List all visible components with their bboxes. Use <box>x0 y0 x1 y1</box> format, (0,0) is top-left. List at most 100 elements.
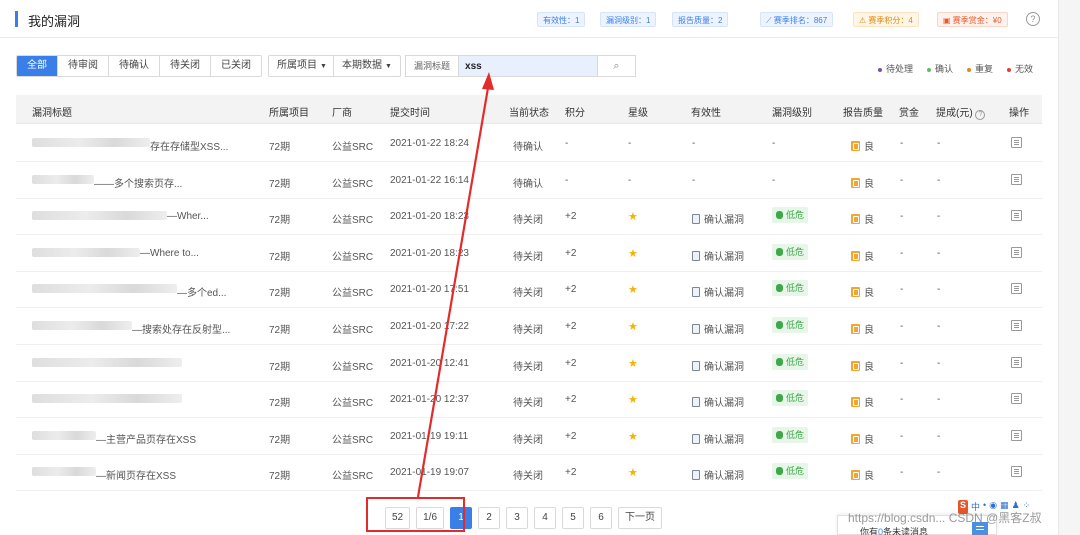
project-dropdown[interactable]: 所属项目 ▼ <box>268 55 336 77</box>
detail-icon[interactable] <box>1011 246 1022 258</box>
level-label: 低危 <box>786 356 805 367</box>
column-header[interactable]: 有效性 <box>691 104 721 119</box>
column-header[interactable]: 积分 <box>565 104 585 119</box>
period-dropdown[interactable]: 本期数据 ▼ <box>333 55 401 77</box>
vuln-title-link[interactable]: 存在存储型XSS... <box>150 138 228 153</box>
commission-cell: - <box>937 321 941 332</box>
status-cell: 待关闭 <box>513 288 543 300</box>
validity-cell: 确认漏洞 <box>692 321 744 336</box>
points-cell: +2 <box>565 467 577 479</box>
commission-cell: - <box>937 430 941 442</box>
search-button[interactable]: ⌕ <box>598 55 637 77</box>
column-header[interactable]: 漏洞标题 <box>32 104 72 119</box>
level-badge: 低危 <box>772 353 809 370</box>
redacted-title <box>32 394 182 404</box>
column-header[interactable]: 漏洞级别 <box>772 104 812 119</box>
project-cell: 72期 <box>269 251 291 263</box>
detail-icon[interactable] <box>1011 283 1022 295</box>
report-icon <box>851 141 860 151</box>
tab-all[interactable]: 全部 <box>17 56 58 76</box>
detail-icon[interactable] <box>1011 173 1022 185</box>
question-icon[interactable]: ? <box>975 110 986 120</box>
detail-icon[interactable] <box>1011 320 1022 331</box>
column-header[interactable]: 提交时间 <box>390 104 430 119</box>
table-row[interactable]: 72期 公益SRC 2021-01-20 12:37 待关闭 +2 ★ 确认漏洞 低危 良 - - <box>16 381 1042 419</box>
column-header[interactable]: 提成(元) ? <box>936 104 986 120</box>
scrollbar[interactable] <box>1058 0 1080 535</box>
bounty-cell: - <box>900 321 904 332</box>
document-icon <box>692 287 700 298</box>
bounty-cell: - <box>900 467 904 479</box>
status-cell: 待关闭 <box>513 325 543 336</box>
column-header[interactable]: 报告质量 <box>843 104 883 119</box>
column-header[interactable]: 当前状态 <box>509 104 549 119</box>
vuln-title-link[interactable]: —Where to... <box>140 248 199 259</box>
vuln-title-link[interactable]: —搜索处存在反射型... <box>132 321 230 336</box>
column-header[interactable]: 所属项目 <box>269 104 309 119</box>
project-cell: 72期 <box>269 398 291 410</box>
help-icon[interactable]: ? <box>1026 12 1040 26</box>
page-button-5[interactable]: 5 <box>562 507 585 529</box>
vuln-title-link[interactable]: —多个ed... <box>177 284 226 299</box>
vuln-title-link[interactable]: ——多个搜索页存... <box>94 175 182 190</box>
column-header[interactable]: 厂商 <box>332 104 352 119</box>
column-header[interactable]: 赏金 <box>899 104 919 119</box>
star-icon: ★ <box>628 357 638 370</box>
table-row[interactable]: —主营产品页存在XSS 72期 公益SRC 2021-01-19 19:11 待关闭 +2… <box>16 418 1042 455</box>
redacted-title <box>32 211 167 221</box>
page-button-3[interactable]: 3 <box>506 507 529 529</box>
tab-closed[interactable]: 已关闭 <box>211 56 261 76</box>
detail-icon[interactable] <box>1011 210 1022 222</box>
quality-label: 良 <box>864 178 874 190</box>
search-input[interactable] <box>458 55 599 77</box>
detail-icon[interactable] <box>1011 356 1022 368</box>
commission-cell: - <box>937 394 941 406</box>
tab-pending-close[interactable]: 待关闭 <box>160 56 211 76</box>
table-row[interactable]: —Wher... 72期 公益SRC 2021-01-20 18:23 待关闭 +2 ★ 确认… <box>16 198 1042 236</box>
quality-cell: 良 <box>851 284 874 299</box>
detail-icon[interactable] <box>1011 137 1022 148</box>
watermark: https://blog.csdn... CSDN @黑客Z叔 <box>848 511 1042 525</box>
commission-cell: - <box>937 357 941 369</box>
document-icon <box>692 324 700 334</box>
table-row[interactable]: ——多个搜索页存... 72期 公益SRC 2021-01-22 16:14 待确认 - -… <box>16 162 1042 199</box>
tab-pending-review[interactable]: 待审阅 <box>58 56 109 76</box>
vuln-title-link[interactable]: —新闻页存在XSS <box>96 467 176 482</box>
vuln-title-link[interactable]: —Wher... <box>167 211 209 222</box>
column-header[interactable]: 操作 <box>1009 104 1029 119</box>
title-accent-bar <box>15 11 18 27</box>
level-cell: - <box>772 174 776 186</box>
points-cell: +2 <box>565 430 577 442</box>
legend-dot <box>1007 67 1011 72</box>
detail-icon[interactable] <box>1011 429 1022 441</box>
validity-cell: - <box>692 174 696 186</box>
detail-icon[interactable] <box>1011 393 1022 405</box>
table-row[interactable]: —搜索处存在反射型... 72期 公益SRC 2021-01-20 17:22 待关闭 +… <box>16 308 1042 345</box>
points-cell: +2 <box>565 357 577 369</box>
quality-label: 良 <box>864 434 874 446</box>
legend-label: 无效 <box>1015 64 1034 74</box>
table-row[interactable]: —Where to... 72期 公益SRC 2021-01-20 18:23 待关闭 +… <box>16 235 1042 272</box>
detail-icon[interactable] <box>1011 466 1022 478</box>
vendor-cell: 公益SRC <box>332 471 374 483</box>
table-row[interactable]: —新闻页存在XSS 72期 公益SRC 2021-01-19 19:07 待关闭 +2 ★ 确… <box>16 454 1042 492</box>
table-row[interactable]: 存在存储型XSS... 72期 公益SRC 2021-01-22 18:24 待确认 - -… <box>16 125 1042 162</box>
notification-text: 你有0条未读消息 <box>860 525 928 535</box>
vuln-title-link[interactable]: —主营产品页存在XSS <box>96 431 196 446</box>
tab-pending-confirm[interactable]: 待确认 <box>109 56 160 76</box>
page-button-2[interactable]: 2 <box>478 507 501 529</box>
next-page-button[interactable]: 下一页 <box>618 507 663 529</box>
column-header[interactable]: 星级 <box>628 104 648 119</box>
submit-time-cell: 2021-01-20 17:51 <box>390 284 469 296</box>
bug-icon <box>776 394 783 403</box>
season-rank-tag: ⟋ 赛季排名：867 <box>760 12 834 27</box>
table-row[interactable]: —多个ed... 72期 公益SRC 2021-01-20 17:51 待关闭 +2 ★ 确认… <box>16 271 1042 309</box>
page-button-4[interactable]: 4 <box>534 507 557 529</box>
report-icon <box>851 360 860 371</box>
table-row[interactable]: 72期 公益SRC 2021-01-20 12:41 待关闭 +2 ★ 确认漏洞 低危 良 - - <box>16 345 1042 382</box>
submit-time-cell: 2021-01-20 12:41 <box>390 357 469 369</box>
validity-cell: 确认漏洞 <box>692 284 744 299</box>
quality-cell: 良 <box>851 321 874 336</box>
page-button-6[interactable]: 6 <box>590 507 613 529</box>
bug-icon <box>776 247 783 256</box>
